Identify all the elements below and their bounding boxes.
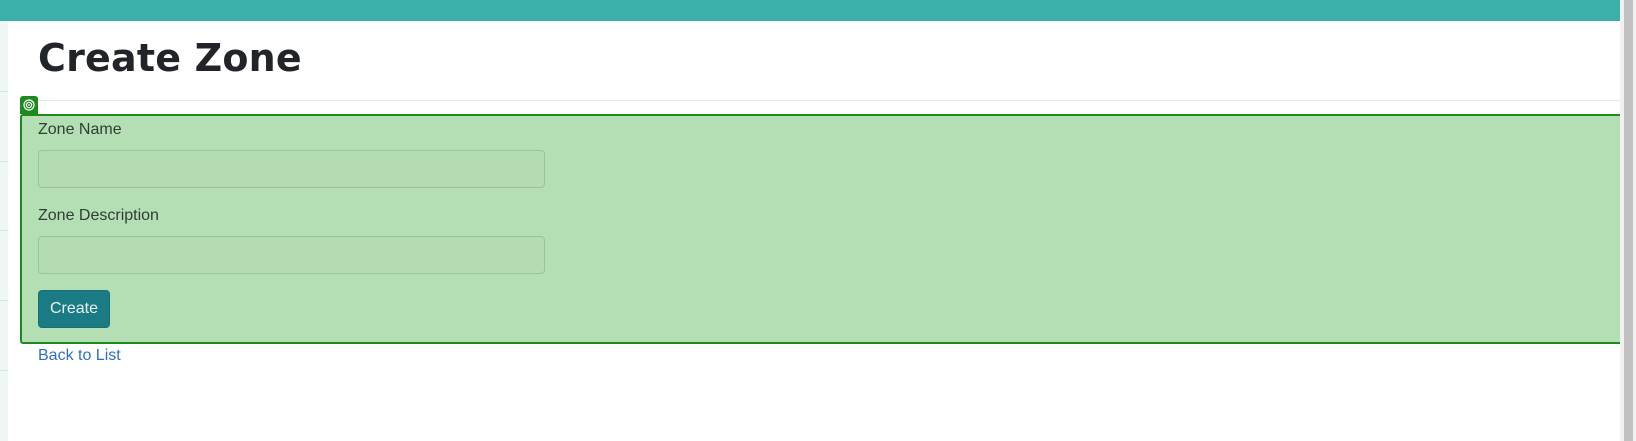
zone-name-label: Zone Name [38,121,122,138]
title-divider [38,100,1620,101]
back-to-list-link[interactable]: Back to List [38,347,121,365]
sidebar-divider [0,91,8,92]
form-highlight-overlay [20,114,1634,344]
sidebar-divider [0,161,8,162]
page-title: Create Zone [38,36,302,80]
vertical-scrollbar[interactable] [1620,0,1636,441]
target-icon [20,96,38,114]
zone-description-label: Zone Description [38,207,159,224]
browser-viewport: Create Zone Zone Name Zone Description C… [0,0,1636,441]
top-navbar [0,0,1620,21]
create-button[interactable]: Create [38,290,110,328]
sidebar-divider [0,370,8,371]
zone-name-input[interactable] [38,150,545,188]
scrollbar-thumb[interactable] [1624,0,1633,441]
sidebar-divider [0,300,8,301]
zone-description-input[interactable] [38,236,545,274]
sidebar-divider [0,230,8,231]
left-sidebar-edge [0,21,8,441]
